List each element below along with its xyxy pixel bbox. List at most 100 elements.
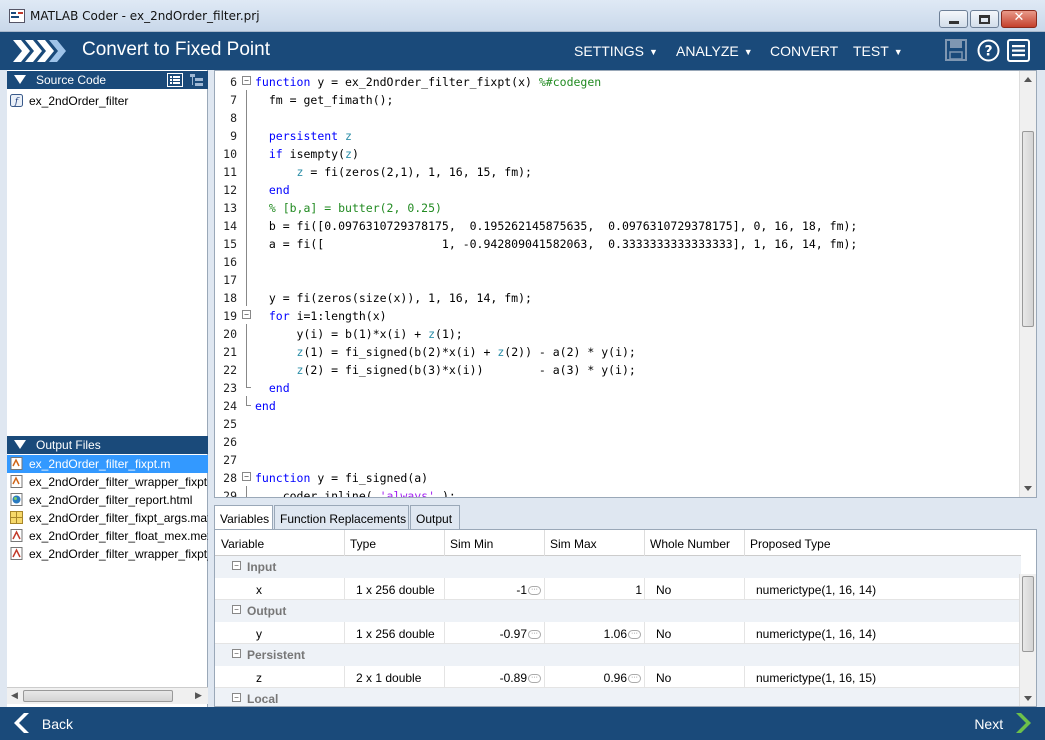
group-row-output[interactable]: − Output xyxy=(215,600,1021,622)
code-line[interactable]: 7 fm = get_fimath(); xyxy=(215,90,1021,108)
collapse-box-icon[interactable]: − xyxy=(232,693,241,702)
line-number: 13 xyxy=(223,201,237,215)
code-line[interactable]: 19− for i=1:length(x) xyxy=(215,306,1021,324)
column-divider[interactable] xyxy=(444,530,445,556)
code-line[interactable]: 10 if isempty(z) xyxy=(215,144,1021,162)
collapse-box-icon[interactable]: − xyxy=(232,561,241,570)
code-line[interactable]: 8 xyxy=(215,108,1021,126)
code-line[interactable]: 13 % [b,a] = butter(2, 0.25) xyxy=(215,198,1021,216)
table-row[interactable]: x 1 x 256 double -1 ··· 1 No numerictype(… xyxy=(215,578,1021,600)
group-row-input[interactable]: − Input xyxy=(215,556,1021,578)
close-button[interactable]: ✕ xyxy=(1001,10,1037,28)
cell-whole-number: No xyxy=(656,671,672,685)
group-row-local[interactable]: − Local xyxy=(215,688,1021,706)
code-line[interactable]: 28− function y = fi_signed(a) xyxy=(215,468,1021,486)
code-line[interactable]: 9 persistent z xyxy=(215,126,1021,144)
scrollbar-thumb[interactable] xyxy=(1022,131,1034,327)
code-line[interactable]: 27 xyxy=(215,450,1021,468)
column-header-sim-max[interactable]: Sim Max xyxy=(550,537,597,551)
analyze-menu[interactable]: ANALYZE ▼ xyxy=(676,43,753,59)
cell-proposed-type[interactable]: numerictype(1, 16, 14) xyxy=(756,627,876,641)
minimize-button[interactable] xyxy=(939,10,968,28)
code-line[interactable]: 25 xyxy=(215,414,1021,432)
maximize-button[interactable] xyxy=(970,10,999,28)
save-icon[interactable] xyxy=(945,39,967,61)
fold-toggle-icon[interactable]: − xyxy=(242,310,251,319)
list-view-icon[interactable] xyxy=(167,73,183,87)
code-line[interactable]: 15 a = fi([ 1, -0.942809041582063, 0.333… xyxy=(215,234,1021,252)
cell-proposed-type[interactable]: numerictype(1, 16, 15) xyxy=(756,671,876,685)
scroll-down-icon[interactable] xyxy=(1024,486,1032,491)
output-file-item[interactable]: ex_2ndOrder_filter_wrapper_fixpt_mex.mex… xyxy=(7,545,208,563)
column-divider[interactable] xyxy=(744,530,745,556)
scrollbar-thumb[interactable] xyxy=(23,690,173,702)
source-code-header[interactable]: Source Code xyxy=(7,71,208,89)
output-file-item[interactable]: ex_2ndOrder_filter_fixpt.m xyxy=(7,455,208,473)
column-divider[interactable] xyxy=(344,530,345,556)
output-file-item[interactable]: ex_2ndOrder_filter_float_mex.mexw64 xyxy=(7,527,208,545)
column-header-proposed-type[interactable]: Proposed Type xyxy=(750,537,831,551)
tab-function-replacements[interactable]: Function Replacements xyxy=(274,505,409,529)
code-line[interactable]: 24 end xyxy=(215,396,1021,414)
table-row[interactable]: z 2 x 1 double -0.89 ··· 0.96 ··· No numer… xyxy=(215,666,1021,688)
code-line[interactable]: 20 y(i) = b(1)*x(i) + z(1); xyxy=(215,324,1021,342)
more-icon[interactable]: ··· xyxy=(528,630,541,640)
test-menu[interactable]: TEST ▼ xyxy=(853,43,903,59)
collapse-box-icon[interactable]: − xyxy=(232,605,241,614)
column-header-variable[interactable]: Variable xyxy=(221,537,264,551)
scroll-down-icon[interactable] xyxy=(1024,696,1032,701)
fold-toggle-icon[interactable]: − xyxy=(242,76,251,85)
scroll-left-icon[interactable]: ◀ xyxy=(11,691,18,701)
tree-view-icon[interactable] xyxy=(189,73,205,87)
code-line[interactable]: 29 coder.inline( 'always' ); xyxy=(215,486,1021,497)
code-line[interactable]: 16 xyxy=(215,252,1021,270)
settings-menu[interactable]: SETTINGS ▼ xyxy=(574,43,658,59)
tab-output[interactable]: Output xyxy=(410,505,460,529)
code-line[interactable]: 22 z(2) = fi_signed(b(3)*x(i)) - a(3) * … xyxy=(215,360,1021,378)
table-vertical-scrollbar[interactable] xyxy=(1019,574,1036,706)
editor-vertical-scrollbar[interactable] xyxy=(1019,71,1036,497)
convert-button[interactable]: CONVERT xyxy=(770,43,838,59)
code-line[interactable]: 6− function y = ex_2ndOrder_filter_fixpt(… xyxy=(215,72,1021,90)
column-header-sim-min[interactable]: Sim Min xyxy=(450,537,493,551)
column-divider[interactable] xyxy=(544,530,545,556)
fold-toggle-icon[interactable]: − xyxy=(242,472,251,481)
code-line[interactable]: 23 end xyxy=(215,378,1021,396)
code-editor[interactable]: 6− function y = ex_2ndOrder_filter_fixpt(… xyxy=(214,70,1037,498)
code-line[interactable]: 21 z(1) = fi_signed(b(2)*x(i) + z(2)) - … xyxy=(215,342,1021,360)
tab-variables[interactable]: Variables xyxy=(214,505,273,529)
table-row[interactable]: y 1 x 256 double -0.97 ··· 1.06 ··· No num… xyxy=(215,622,1021,644)
column-divider[interactable] xyxy=(644,530,645,556)
next-button[interactable]: Next xyxy=(974,713,1033,736)
more-icon[interactable]: ··· xyxy=(528,586,541,596)
horizontal-scrollbar[interactable]: ◀ ▶ xyxy=(7,687,208,704)
code-line[interactable]: 14 b = fi([0.0976310729378175, 0.1952621… xyxy=(215,216,1021,234)
code-line[interactable]: 26 xyxy=(215,432,1021,450)
source-file-item[interactable]: f ex_2ndOrder_filter xyxy=(7,92,208,110)
output-file-item[interactable]: ex_2ndOrder_filter_wrapper_fixpt.m xyxy=(7,473,208,491)
scroll-up-icon[interactable] xyxy=(1024,77,1032,82)
output-file-item[interactable]: ex_2ndOrder_filter_report.html xyxy=(7,491,208,509)
scrollbar-thumb[interactable] xyxy=(1022,576,1034,652)
group-row-persistent[interactable]: − Persistent xyxy=(215,644,1021,666)
output-files-header[interactable]: Output Files xyxy=(7,436,208,454)
mfile-icon xyxy=(10,475,23,488)
menu-icon[interactable] xyxy=(1007,39,1030,62)
back-button[interactable]: Back xyxy=(12,713,73,736)
code-line[interactable]: 17 xyxy=(215,270,1021,288)
more-icon[interactable]: ··· xyxy=(628,630,641,640)
output-file-item[interactable]: ex_2ndOrder_filter_fixpt_args.mat xyxy=(7,509,208,527)
scroll-right-icon[interactable]: ▶ xyxy=(195,691,202,701)
collapse-box-icon[interactable]: − xyxy=(232,649,241,658)
column-header-type[interactable]: Type xyxy=(350,537,376,551)
source-file-name: ex_2ndOrder_filter xyxy=(29,94,129,108)
help-icon[interactable]: ? xyxy=(977,39,1000,62)
cell-proposed-type[interactable]: numerictype(1, 16, 14) xyxy=(756,583,876,597)
code-line[interactable]: 11 z = fi(zeros(2,1), 1, 16, 15, fm); xyxy=(215,162,1021,180)
code-line[interactable]: 12 end xyxy=(215,180,1021,198)
more-icon[interactable]: ··· xyxy=(528,674,541,684)
more-icon[interactable]: ··· xyxy=(628,674,641,684)
code-line[interactable]: 18 y = fi(zeros(size(x)), 1, 16, 14, fm)… xyxy=(215,288,1021,306)
fold-guide xyxy=(246,360,247,378)
column-header-whole-number[interactable]: Whole Number xyxy=(650,537,730,551)
